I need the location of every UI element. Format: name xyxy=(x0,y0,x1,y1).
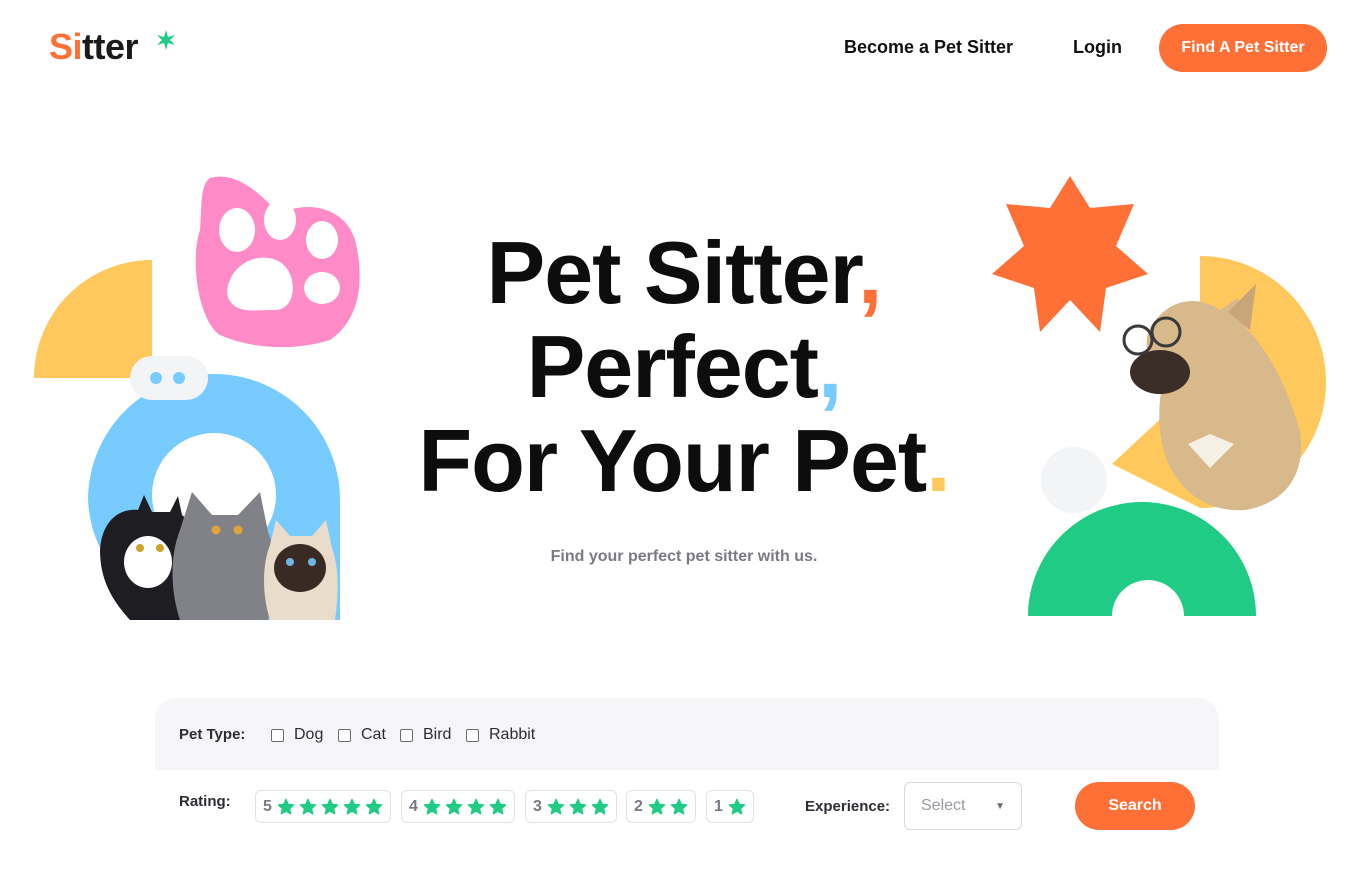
rating-4-chip[interactable]: 4 xyxy=(401,790,515,823)
green-arch-shape xyxy=(1028,502,1256,616)
pet-type-dog-checkbox[interactable]: Dog xyxy=(271,726,323,744)
left-hero-illustration xyxy=(34,176,360,621)
right-hero-illustration xyxy=(992,176,1326,616)
hero-subtitle: Find your perfect pet sitter with us. xyxy=(550,548,818,565)
sparkle-icon xyxy=(157,30,175,50)
star-icon xyxy=(321,798,339,814)
logo-text: tter xyxy=(82,26,139,67)
experience-select[interactable]: Select ▼ xyxy=(904,782,1022,830)
star-icon xyxy=(343,798,361,814)
pet-type-bird-checkbox[interactable]: Bird xyxy=(400,726,451,744)
pet-type-cat-checkbox[interactable]: Cat xyxy=(338,726,386,744)
checkbox[interactable] xyxy=(400,728,413,742)
hero-punct-2: , xyxy=(817,317,842,416)
chevron-down-icon: ▼ xyxy=(995,800,1005,812)
yellow-quarter-shape xyxy=(34,260,152,378)
hero-punct-1: , xyxy=(858,223,882,322)
star-icon xyxy=(569,798,587,814)
star-icon xyxy=(445,798,463,814)
star-icon xyxy=(728,798,746,814)
rating-label: Rating: xyxy=(179,793,231,810)
search-button[interactable]: Search xyxy=(1075,782,1195,830)
pet-type-rabbit-checkbox[interactable]: Rabbit xyxy=(466,726,535,744)
rating-1-chip[interactable]: 1 xyxy=(706,790,754,823)
experience-select-value: Select xyxy=(921,797,966,814)
rating-5-chip[interactable]: 5 xyxy=(255,790,391,823)
star-icon xyxy=(648,798,666,814)
checkbox[interactable] xyxy=(466,728,479,742)
star-icon xyxy=(365,798,383,814)
logo-accent: Si xyxy=(49,26,83,67)
star-icon xyxy=(547,798,565,814)
checkbox[interactable] xyxy=(271,728,284,742)
star-icon xyxy=(299,798,317,814)
hero-line-2: Perfect xyxy=(526,317,819,416)
login-link[interactable]: Login xyxy=(1073,37,1122,58)
find-pet-sitter-button[interactable]: Find A Pet Sitter xyxy=(1159,24,1327,72)
star-icon xyxy=(670,798,688,814)
star-icon xyxy=(277,798,295,814)
star-icon xyxy=(423,798,441,814)
star-icon xyxy=(489,798,507,814)
become-pet-sitter-link[interactable]: Become a Pet Sitter xyxy=(844,37,1013,58)
hero-line-1: Pet Sitter xyxy=(486,223,859,322)
hero-title: Pet Sitter, Perfect, For Your Pet. xyxy=(334,226,1034,508)
rating-3-chip[interactable]: 3 xyxy=(525,790,617,823)
hero-punct-3: . xyxy=(926,411,950,510)
star-icon xyxy=(467,798,485,814)
star-icon xyxy=(591,798,609,814)
gray-circle-shape xyxy=(1041,447,1107,513)
experience-label: Experience: xyxy=(805,798,891,815)
rating-2-chip[interactable]: 2 xyxy=(626,790,696,823)
chat-bubble-shape xyxy=(130,356,208,400)
checkbox[interactable] xyxy=(338,728,351,742)
pet-type-label: Pet Type: xyxy=(179,726,246,743)
hero-line-3: For Your Pet xyxy=(418,411,927,510)
logo[interactable]: Sitter xyxy=(49,26,139,68)
